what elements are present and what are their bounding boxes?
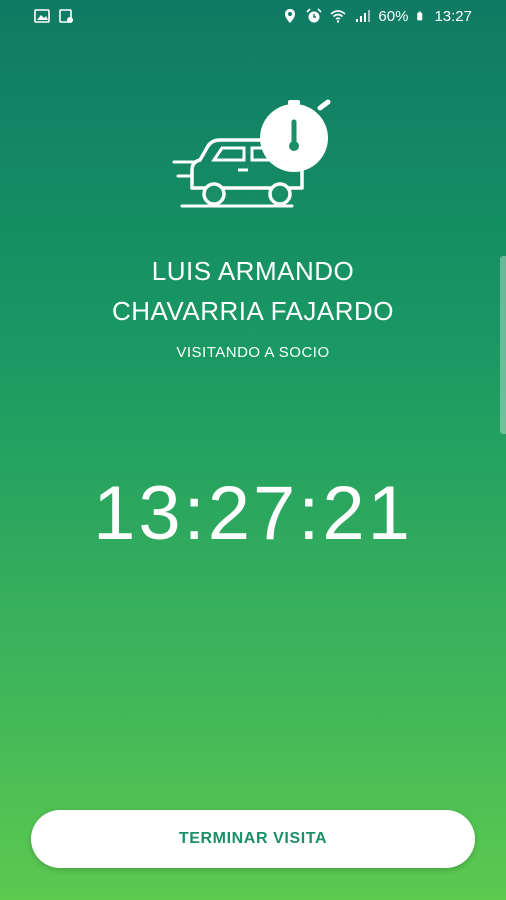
status-bar: 60% 13:27 [0,0,506,32]
car-with-stopwatch-icon [172,99,331,208]
signal-icon [356,10,371,22]
visitor-name-line2: CHAVARRIA FAJARDO [111,296,395,326]
status-time: 13:27 [434,7,472,25]
screenshot-icon [59,9,73,23]
battery-icon [417,11,423,21]
wifi-icon [330,10,346,23]
alarm-icon [306,8,322,23]
status-bar-right: 60% 13:27 [282,8,472,25]
edge-panel-handle[interactable] [500,256,506,434]
gallery-icon [34,9,50,23]
battery-percent: 60% [378,7,409,25]
status-bar-left [34,8,74,24]
visit-status-label: VISITANDO A SOCIO [176,344,330,361]
visit-timer: 13:27:21 [93,471,413,556]
visitor-name-line1: LUIS ARMANDO [151,256,355,286]
location-icon [285,9,296,23]
end-visit-button[interactable]: TERMINAR VISITA [31,810,475,868]
